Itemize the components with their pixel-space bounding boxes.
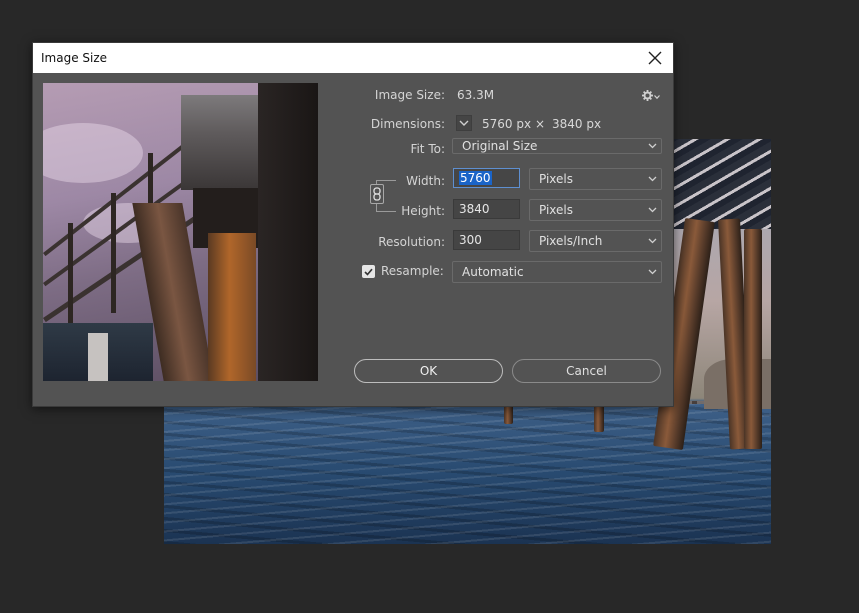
chevron-down-icon [648,207,657,213]
preview-post [111,193,116,313]
constrain-proportions-button[interactable] [370,184,384,204]
chevron-down-icon [648,143,657,149]
height-input[interactable]: 3840 [453,199,520,219]
width-unit-select[interactable]: Pixels [529,168,662,190]
image-size-dialog: Image Size Image Size: 63.3M Dimensions:… [32,42,674,407]
fit-to-value: Original Size [462,139,538,153]
dimensions-width: 5760 px [482,117,532,131]
width-value: 5760 [459,171,492,185]
preview-deck-post [88,333,108,381]
dimensions-separator: × [535,117,546,131]
resample-select[interactable]: Automatic [452,261,662,283]
piling [594,404,604,432]
height-unit: Pixels [539,203,574,217]
height-label: Height: [401,204,445,218]
height-unit-select[interactable]: Pixels [529,199,662,221]
preview-structure [258,83,318,381]
resolution-unit: Pixels/Inch [539,234,603,248]
close-button[interactable] [643,46,667,70]
width-input[interactable]: 5760 [453,168,520,188]
resolution-input[interactable]: 300 [453,230,520,250]
width-unit: Pixels [539,172,574,186]
link-icon [373,187,381,201]
check-icon [364,268,373,276]
resolution-label: Resolution: [378,235,445,249]
piling [504,404,513,424]
image-preview[interactable] [43,83,318,381]
title-bar: Image Size [33,43,673,73]
resolution-unit-select[interactable]: Pixels/Inch [529,230,662,252]
height-value: 3840 [459,202,490,216]
chevron-down-icon [648,238,657,244]
dimensions-toggle[interactable] [456,115,472,131]
dialog-title: Image Size [41,51,108,65]
ok-button[interactable]: OK [354,359,503,383]
resample-checkbox[interactable] [362,265,375,278]
dimensions-label: Dimensions: [370,117,445,131]
resample-label: Resample: [381,264,444,278]
gear-icon [642,89,653,101]
dimensions-height: 3840 px [552,117,602,131]
settings-menu-button[interactable] [642,87,662,103]
image-size-label: Image Size: [374,88,445,102]
chevron-down-icon [654,95,660,100]
fit-to-select[interactable]: Original Size [452,138,662,154]
pier-structure [669,139,771,229]
chevron-down-icon [648,269,657,275]
resample-value: Automatic [462,265,524,279]
image-size-value: 63.3M [457,88,495,102]
preview-piling [208,233,256,381]
resolution-value: 300 [459,233,482,247]
chevron-down-icon [648,176,657,182]
close-icon [648,51,662,65]
chevron-down-icon [459,120,469,126]
cancel-button[interactable]: Cancel [512,359,661,383]
width-label: Width: [406,174,445,188]
fit-to-label: Fit To: [410,142,445,156]
preview-post [68,223,73,333]
piling [744,229,762,449]
